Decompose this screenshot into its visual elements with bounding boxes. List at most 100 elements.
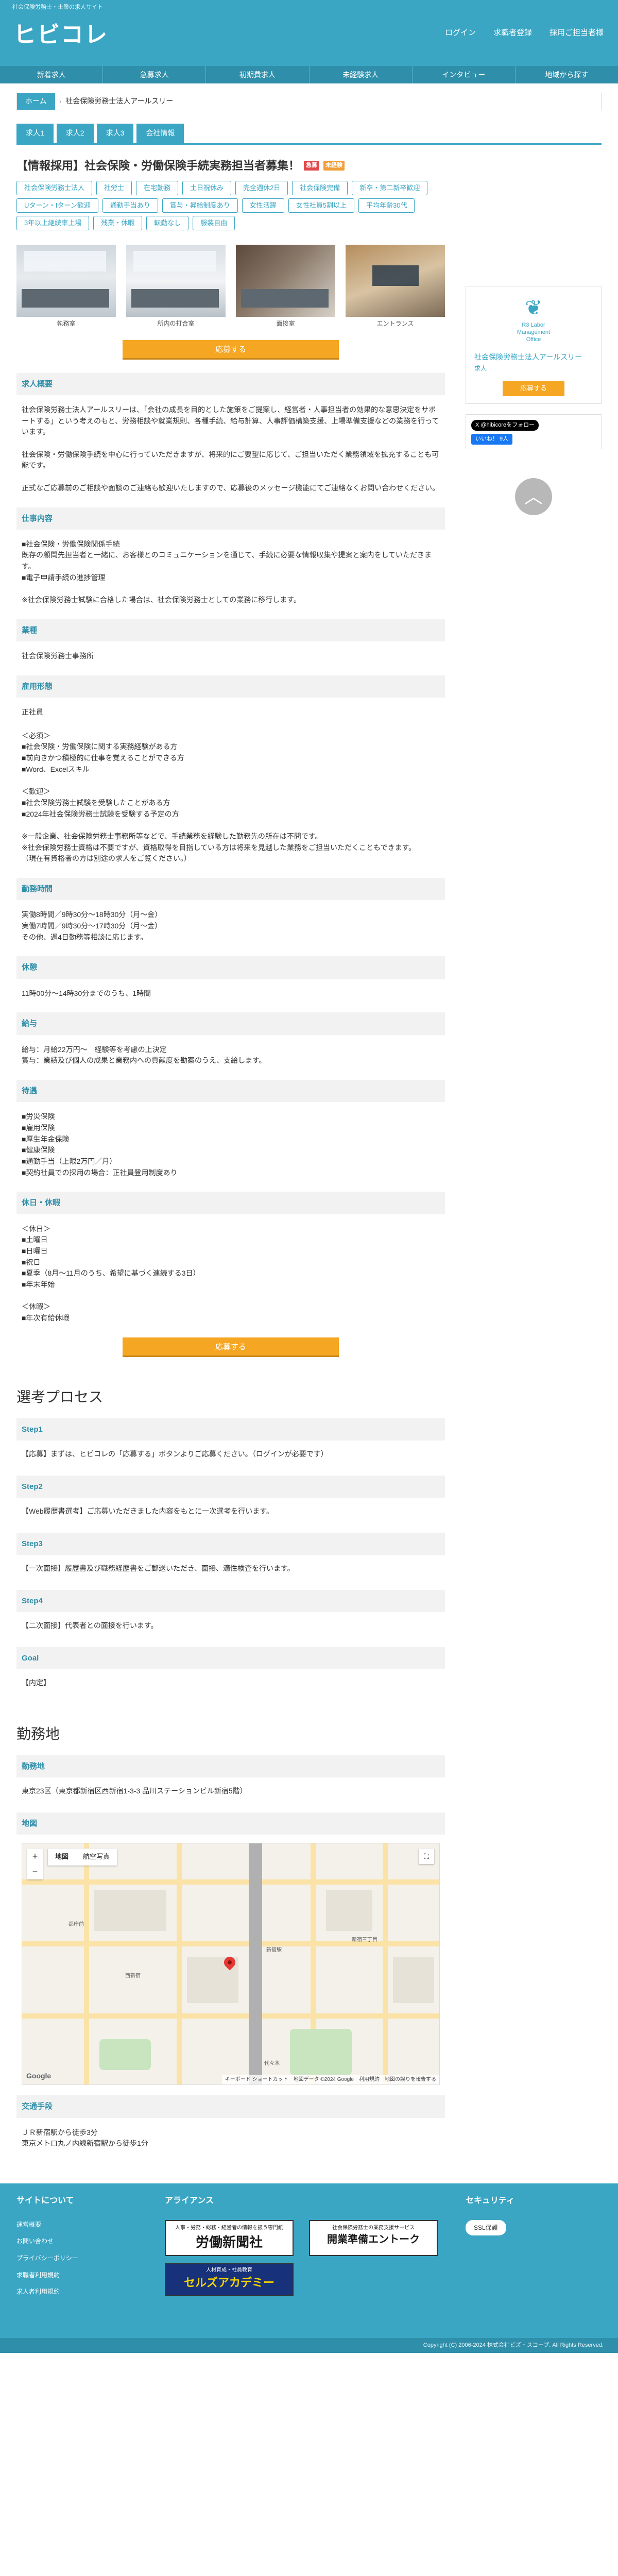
scroll-to-top-icon[interactable]: ︿	[515, 478, 552, 515]
main-nav: 新着求人 急募求人 初期費求人 未経験求人 インタビュー 地域から探す	[0, 66, 618, 83]
tab-job-2[interactable]: 求人2	[56, 124, 94, 143]
recruiter-link[interactable]: 採用ご担当者様	[550, 27, 604, 39]
main-content: 【情報採用】社会保険・労働保険手続実務担当者募集！ 急募 未経験 社会保険労務士…	[16, 157, 445, 2153]
sidebar-apply-button[interactable]: 応募する	[503, 380, 564, 396]
section-overview: 求人概要 社会保険労務士法人アールスリーは、「会社の成長を目的とした施策をご提案…	[16, 372, 445, 497]
nav-urgent-jobs[interactable]: 急募求人	[102, 66, 205, 83]
process-step: Step4 【二次面接】代表者との面接を行います。	[16, 1589, 445, 1637]
tab-company-info[interactable]: 会社情報	[136, 124, 184, 143]
job-tag[interactable]: 社労士	[96, 180, 132, 195]
job-tag[interactable]: 在宅勤務	[136, 180, 179, 195]
alliance-banner[interactable]: 人事・労務・総務・経営者の情報を扱う専門紙 労働新聞社	[165, 2219, 294, 2256]
urgent-badge: 急募	[304, 161, 320, 171]
apply-area-top: 応募する	[16, 340, 445, 360]
step-body: 【応募】まずは、ヒビコレの「応募する」ボタンよりご応募ください。（ログインが必要…	[22, 1450, 328, 1459]
job-tag[interactable]: Uターン・Iターン歓迎	[16, 198, 98, 213]
register-link[interactable]: 求職者登録	[493, 27, 532, 39]
job-tag[interactable]: 女性社員5割以上	[288, 198, 354, 213]
alliance-sub: 人材育成・社員教育	[206, 2267, 252, 2273]
zoom-in-button[interactable]: +	[27, 1849, 43, 1864]
x-follow-button[interactable]: X @hibicoreをフォロー	[471, 419, 539, 431]
job-tabs: 求人1 求人2 求人3 会社情報	[16, 124, 602, 145]
breadcrumb-home[interactable]: ホーム	[17, 93, 55, 110]
google-map[interactable]: 新宿駅 西新宿 都庁前 新宿三丁目 代々木 + − 地図 航空写真 ⛶ Goog…	[22, 1843, 440, 2086]
process-step: Goal 【内定】	[16, 1647, 445, 1694]
job-tag[interactable]: 残業・休暇	[93, 216, 143, 231]
apply-button[interactable]: 応募する	[123, 340, 339, 360]
company-card: ❦ R3 Labor Management Office 社会保険労務士法人アー…	[466, 285, 602, 404]
job-tag[interactable]: 土日祝休み	[182, 180, 232, 195]
section-title: 雇用形態	[16, 675, 445, 698]
login-link[interactable]: ログイン	[445, 27, 476, 39]
section-body: 正社員	[22, 708, 43, 717]
map-type-satellite[interactable]: 航空写真	[76, 1849, 117, 1865]
footer-security-title: セキュリティ	[466, 2196, 515, 2206]
nav-initial-jobs[interactable]: 初期費求人	[205, 66, 308, 83]
site-header: 社会保険労務士・士業の求人サイト ヒビコレ ログイン 求職者登録 採用ご担当者様…	[0, 0, 618, 83]
job-tag[interactable]: 社会保険労務士法人	[16, 180, 93, 195]
section-title: 求人概要	[16, 372, 445, 396]
content-layout: 【情報採用】社会保険・労働保険手続実務担当者募集！ 急募 未経験 社会保険労務士…	[16, 157, 602, 2153]
job-tag[interactable]: 平均年齢30代	[358, 198, 415, 213]
alliance-name: 労働新聞社	[195, 2234, 263, 2250]
job-tag[interactable]: 3年以上継続率上場	[16, 216, 90, 231]
footer-link[interactable]: 求人者利用規約	[16, 2287, 150, 2297]
section-employment-type: 雇用形態 正社員	[16, 675, 445, 721]
map-credits[interactable]: キーボード ショートカット 地図データ ©2024 Google 利用規約 地図…	[221, 2074, 439, 2085]
breadcrumb: ホーム › 社会保険労務士法人アールスリー	[16, 93, 602, 110]
office-photo: 執務室	[16, 245, 116, 329]
job-tag[interactable]: 転勤なし	[146, 216, 189, 231]
step-title: Goal	[16, 1647, 445, 1670]
apply-button[interactable]: 応募する	[123, 1337, 339, 1357]
site-logo[interactable]: ヒビコレ	[13, 18, 108, 53]
tab-job-1[interactable]: 求人1	[16, 124, 54, 143]
address-text: 東京23区（東京都新宿区西新宿1-3-3 品川ステーションビル新宿5階）	[22, 1787, 247, 1795]
company-name[interactable]: 社会保険労務士法人アールスリー	[474, 352, 593, 363]
facebook-like-button[interactable]: いいね！ 9人	[471, 433, 513, 445]
section-title: 給与	[16, 1012, 445, 1035]
nav-interview[interactable]: インタビュー	[411, 66, 515, 83]
section-title: 仕事内容	[16, 507, 445, 530]
nav-inexperienced-jobs[interactable]: 未経験求人	[308, 66, 412, 83]
alliance-banner[interactable]: 人材育成・社員教育 セルズアカデミー	[165, 2263, 294, 2296]
tab-job-3[interactable]: 求人3	[96, 124, 134, 143]
job-tag[interactable]: 服装自由	[193, 216, 235, 231]
job-tag[interactable]: 賞与・昇給制度あり	[162, 198, 238, 213]
map-type-map[interactable]: 地図	[48, 1849, 76, 1865]
section-body: 11時00分〜14時30分までのうち、1時間	[22, 989, 151, 997]
ssl-badge[interactable]: SSL保護	[466, 2219, 506, 2236]
company-sub: 求人	[474, 365, 487, 372]
section-body: 実働8時間／9時30分〜18時30分（月〜金） 実働7時間／9時30分〜17時3…	[22, 910, 162, 941]
nav-region[interactable]: 地域から探す	[514, 66, 618, 83]
nav-new-jobs[interactable]: 新着求人	[0, 66, 102, 83]
location-heading: 勤務地	[16, 1725, 60, 1742]
office-photo-image[interactable]	[346, 245, 445, 317]
job-tag[interactable]: 女性活躍	[242, 198, 284, 213]
job-tag[interactable]: 社会保険完備	[292, 180, 348, 195]
footer-link[interactable]: 運営概要	[16, 2220, 150, 2230]
footer-link[interactable]: プライバシーポリシー	[16, 2253, 150, 2263]
breadcrumb-separator: ›	[59, 97, 62, 106]
footer-link[interactable]: お問い合わせ	[16, 2236, 150, 2246]
office-photo-image[interactable]	[126, 245, 226, 317]
job-tag[interactable]: 新卒・第二新卒歓迎	[352, 180, 428, 195]
footer-about-title: サイトについて	[16, 2196, 74, 2206]
office-photo-image[interactable]	[236, 245, 335, 317]
job-tag[interactable]: 通勤手当あり	[102, 198, 158, 213]
section-title: 待遇	[16, 1079, 445, 1103]
photo-caption: 面接室	[276, 320, 295, 328]
footer-link[interactable]: 求職者利用規約	[16, 2270, 150, 2280]
site-footer: サイトについて 運営概要 お問い合わせ プライバシーポリシー 求職者利用規約 求…	[0, 2183, 618, 2338]
footer-alliance: アライアンス 人事・労務・総務・経営者の情報を扱う専門紙 労働新聞社 社会保険労…	[165, 2195, 453, 2296]
alliance-banner[interactable]: 社会保険労務士の業務支援サービス 開業準備エントーク	[309, 2219, 438, 2256]
job-tag[interactable]: 完全週休2日	[235, 180, 288, 195]
location-map: 地図 新宿駅 西新宿 都庁前 新宿三丁目 代々木 + − 地図 航空写真 ⛶ G…	[16, 1812, 445, 2086]
fullscreen-icon[interactable]: ⛶	[419, 1849, 434, 1865]
company-logo-icon[interactable]: ❦	[474, 298, 593, 318]
zoom-out-button[interactable]: −	[27, 1864, 43, 1879]
office-photo-image[interactable]	[16, 245, 116, 317]
office-photo: エントランス	[346, 245, 445, 329]
header-links: ログイン 求職者登録 採用ご担当者様	[445, 27, 604, 39]
footer-about: サイトについて 運営概要 お問い合わせ プライバシーポリシー 求職者利用規約 求…	[16, 2195, 150, 2304]
step-title: Step4	[16, 1589, 445, 1613]
